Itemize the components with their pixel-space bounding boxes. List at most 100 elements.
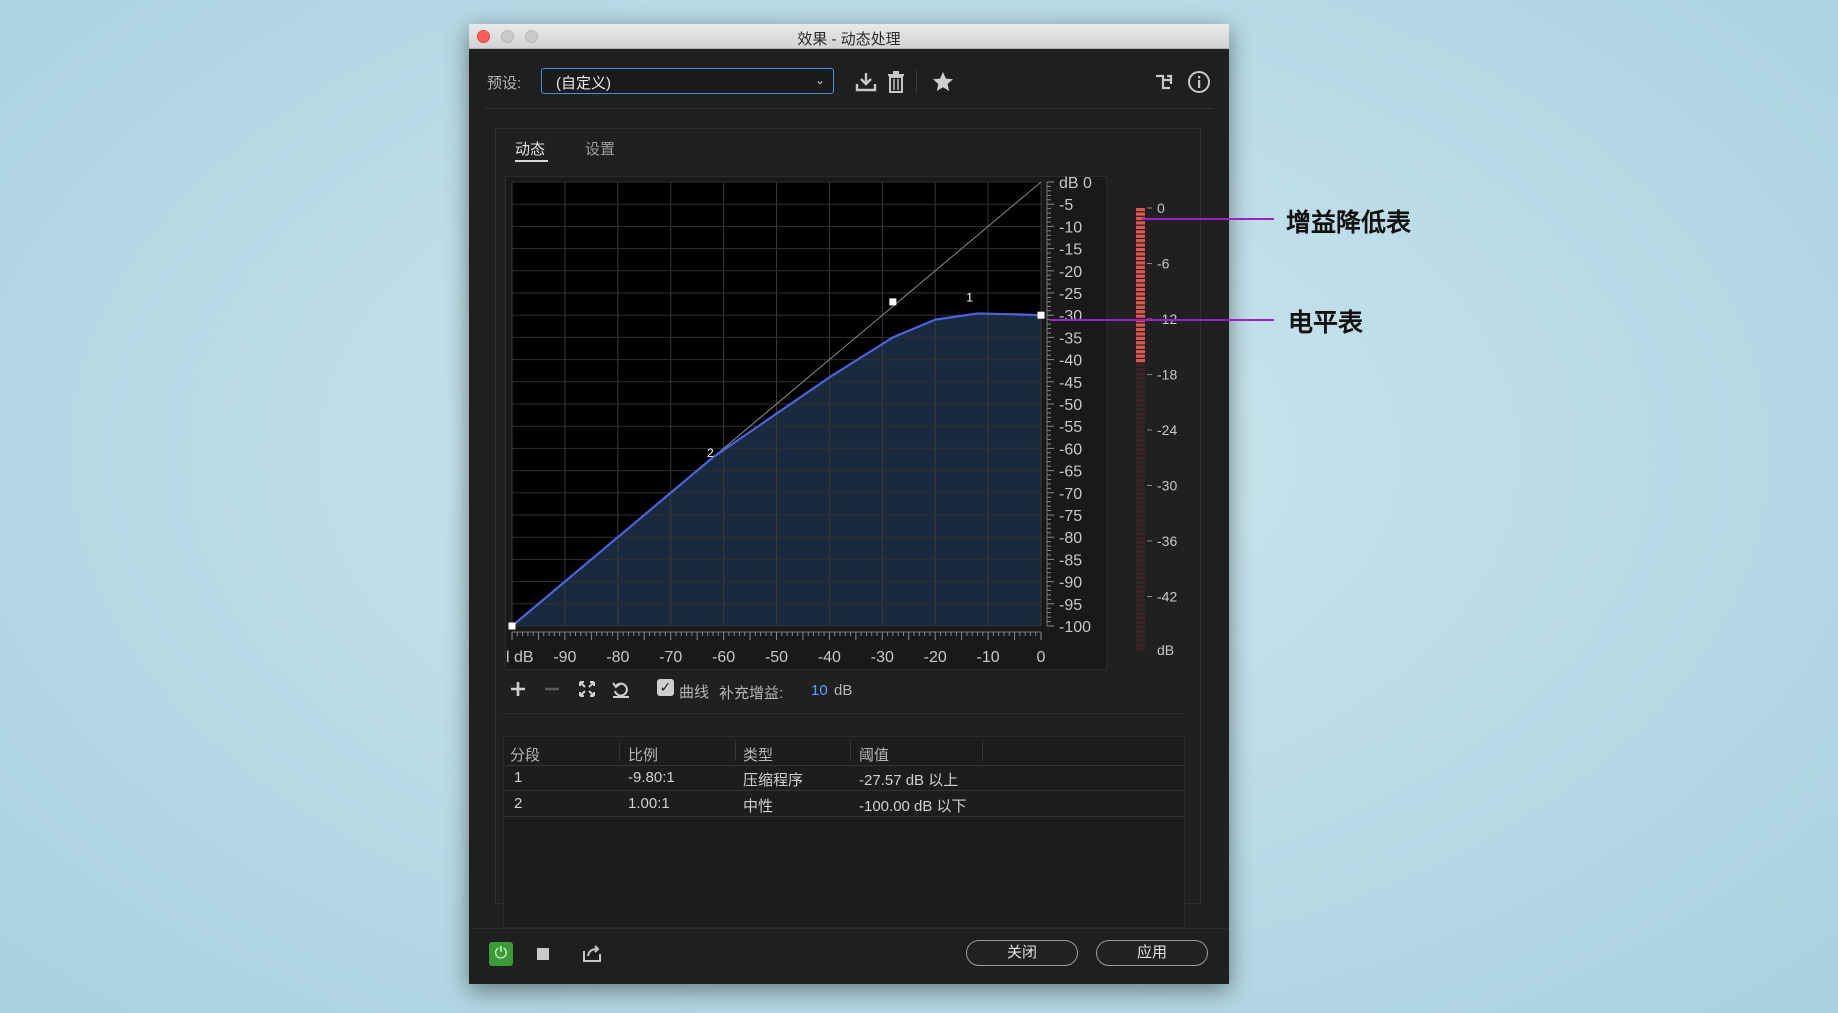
meter-segment	[1136, 323, 1145, 327]
meter-segment	[1136, 332, 1145, 336]
meter-segment	[1136, 549, 1145, 554]
meter-segment	[1136, 385, 1145, 389]
control-point[interactable]	[1037, 311, 1045, 319]
tab-dynamics[interactable]: 动态	[515, 138, 545, 159]
meter-segment	[1136, 465, 1145, 469]
meter-segment	[1136, 501, 1145, 505]
column-divider	[735, 741, 736, 761]
meter-segment	[1136, 643, 1145, 647]
x-tick-label: -70	[659, 649, 682, 666]
y-tick-label: -55	[1059, 419, 1082, 436]
remove-point-icon[interactable]	[543, 680, 561, 698]
meter-segment	[1136, 474, 1145, 478]
meter-segment	[1136, 580, 1145, 585]
trash-icon[interactable]	[885, 70, 907, 94]
y-tick-label: -20	[1059, 264, 1082, 281]
makeup-gain-label: 补充增益:	[719, 685, 784, 702]
header-segment: 分段	[510, 747, 541, 764]
gain-reduction-pointer	[1142, 218, 1274, 220]
meter-segment	[1136, 252, 1145, 256]
makeup-gain-unit: dB	[834, 682, 853, 699]
point-label: 1	[966, 290, 973, 304]
y-tick-label: -45	[1059, 375, 1082, 392]
meter-segment	[1136, 345, 1145, 349]
meter-segment	[1136, 620, 1145, 625]
meter-segment	[1136, 336, 1145, 340]
x-tick-label: -20	[924, 649, 947, 666]
stop-icon[interactable]	[537, 948, 549, 960]
x-tick-label: l dB	[506, 649, 534, 666]
tab-settings[interactable]: 设置	[585, 138, 615, 159]
meter-segment	[1136, 407, 1145, 412]
meter-segment	[1136, 314, 1145, 318]
meter-segment	[1136, 354, 1145, 358]
info-icon[interactable]	[1187, 70, 1211, 94]
meter-segment	[1136, 456, 1145, 460]
star-icon[interactable]	[931, 70, 955, 94]
y-tick-label: -90	[1059, 575, 1082, 592]
meter-segment	[1136, 554, 1145, 558]
meter-label: -18	[1157, 367, 1177, 383]
meter-segment	[1136, 350, 1145, 354]
meter-segment	[1136, 208, 1145, 212]
makeup-gain-value[interactable]: 10	[811, 682, 828, 699]
meter-segment	[1136, 585, 1145, 589]
control-point[interactable]	[508, 622, 516, 630]
header-type: 类型	[743, 747, 774, 764]
meter-segment	[1136, 523, 1145, 527]
power-toggle-icon[interactable]: ⏻	[489, 942, 513, 966]
meter-label: -24	[1157, 422, 1177, 438]
meter-segment	[1136, 514, 1145, 518]
meter-label: dB	[1157, 642, 1174, 656]
meter-segment	[1136, 421, 1145, 425]
meter-segment	[1136, 536, 1145, 540]
y-tick-label: -40	[1059, 353, 1082, 370]
routing-icon[interactable]	[1153, 70, 1175, 94]
meter-label: 0	[1157, 200, 1165, 216]
meter-segment	[1136, 518, 1145, 523]
meter-segment	[1136, 398, 1145, 403]
y-tick-label: -30	[1059, 308, 1082, 325]
meter-segment	[1136, 270, 1145, 274]
close-button[interactable]: 关闭	[966, 940, 1078, 966]
meter-segment	[1136, 469, 1145, 474]
table-row[interactable]: 2 1.00:1 中性 -100.00 dB 以下	[504, 791, 1184, 817]
footer-divider	[469, 928, 1229, 929]
invert-icon[interactable]	[577, 679, 597, 699]
meter-segment	[1136, 616, 1145, 620]
meter-segment	[1136, 567, 1145, 571]
meter-segment	[1136, 629, 1145, 634]
x-tick-label: 0	[1037, 649, 1046, 666]
meter-segment	[1136, 545, 1145, 549]
download-preset-icon[interactable]	[854, 70, 878, 94]
cell-threshold: -27.57 dB 以上	[859, 772, 959, 789]
add-point-icon[interactable]	[509, 680, 527, 698]
toolbar-divider	[916, 70, 917, 94]
reset-icon[interactable]	[611, 679, 631, 699]
meter-segment	[1136, 283, 1145, 287]
meter-segment	[1136, 532, 1145, 536]
meter-segment	[1136, 261, 1145, 265]
y-tick-label: -35	[1059, 330, 1082, 347]
x-tick-label: -40	[818, 649, 841, 666]
meter-segment	[1136, 496, 1145, 500]
y-tick-label: -95	[1059, 597, 1082, 614]
dynamics-graph[interactable]: 1 2 dB 0 -5 -10 -15 -20 -25 -30 -35 -40 -45 -50 -55 -6…	[505, 176, 1105, 706]
x-tick-label: -30	[871, 649, 894, 666]
preset-dropdown[interactable]: (自定义) ⌄	[541, 68, 834, 94]
control-point[interactable]	[889, 298, 897, 306]
meter-segment	[1136, 487, 1145, 491]
cell-segment: 2	[514, 795, 523, 812]
dynamics-window: 效果 - 动态处理 预设: (自定义) ⌄ 动态 设置 1 2 dB 0 -5 -10 -…	[469, 24, 1229, 984]
curve-label: 曲线	[679, 684, 710, 701]
column-divider	[982, 741, 983, 761]
apply-button[interactable]: 应用	[1096, 940, 1208, 966]
y-tick-label: -50	[1059, 397, 1082, 414]
meter-segment	[1136, 452, 1145, 456]
table-row[interactable]: 1 -9.80:1 压缩程序 -27.57 dB 以上	[504, 765, 1184, 791]
export-icon[interactable]	[581, 942, 603, 964]
meter-segment	[1136, 594, 1145, 598]
meter-label: -6	[1157, 256, 1170, 272]
meter-segment	[1136, 572, 1145, 576]
curve-checkbox[interactable]: ✓	[657, 679, 674, 696]
